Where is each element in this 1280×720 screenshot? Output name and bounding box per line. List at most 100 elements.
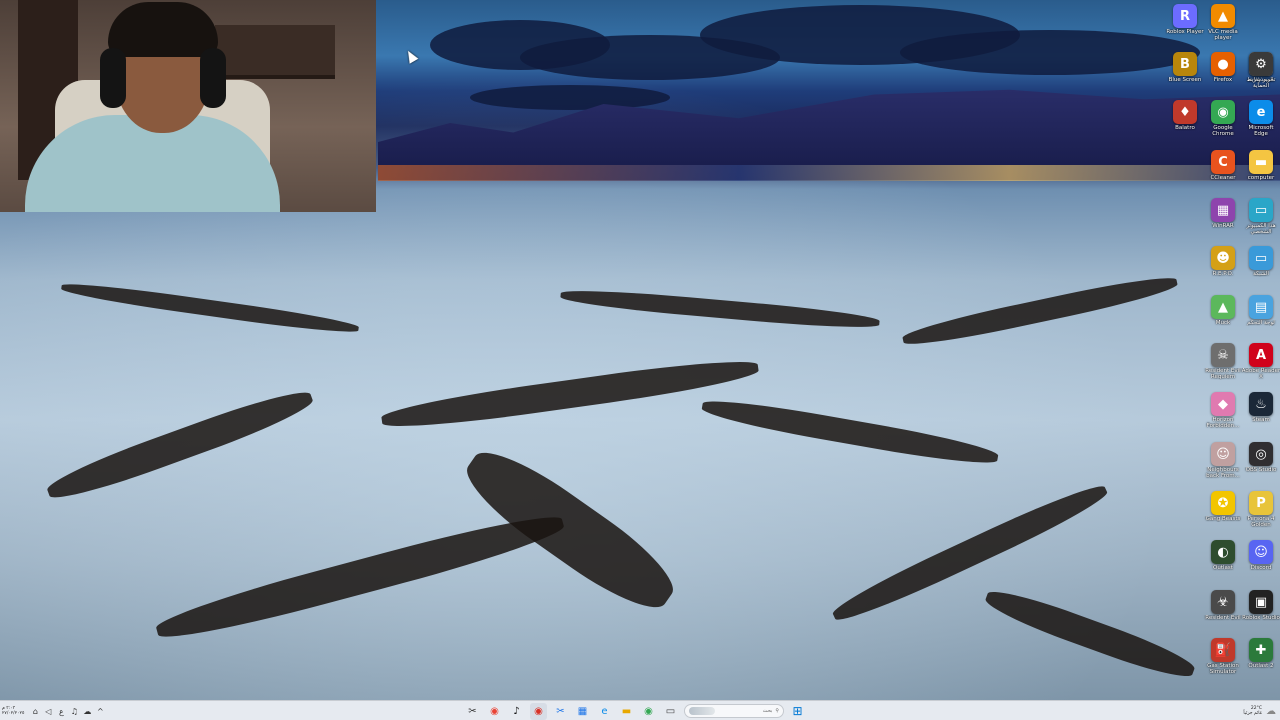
discord-icon: ☺ (1249, 540, 1273, 564)
taskbar-app-file-explorer[interactable]: ▬ (618, 703, 635, 720)
language-indicator[interactable]: ع (56, 707, 66, 716)
desktop-icon[interactable]: ⛽ Gas Station Simulator (1204, 638, 1242, 686)
horizon-icon: ◆ (1211, 392, 1235, 416)
clock-date: ٢٧/٠٢/٢٠٢٥ (2, 711, 25, 716)
desktop-icon[interactable]: ✚ Outlast 2 (1242, 638, 1280, 686)
desktop-icon[interactable]: ◉ Google Chrome (1204, 100, 1242, 148)
taskbar-app-task-view[interactable]: ▭ (662, 703, 679, 720)
control-panel-icon: ▤ (1249, 295, 1273, 319)
horizon-glow (378, 165, 1280, 181)
desktop-icon[interactable]: ▲ VLC media player (1204, 4, 1242, 52)
roblox-icon: R (1173, 4, 1197, 28)
desktop-icon[interactable]: ☠ Resident Evil Requiem (1204, 343, 1242, 391)
desktop-icon-label: Roblox Studio (1242, 615, 1280, 621)
taskbar-search-box[interactable]: بحث ⚲ (684, 704, 784, 718)
b-letter-icon: B (1173, 52, 1197, 76)
taskbar-app-capcut[interactable]: ✂ (464, 703, 481, 720)
desktop-icon-label: R.E.P.O. (1212, 271, 1234, 277)
desktop-icon-label: Gas Station Simulator (1207, 663, 1239, 675)
desktop-icon-label: تحرير شريط الحماية (1246, 77, 1276, 89)
obs-icon: ◎ (1249, 442, 1273, 466)
desktop-icon[interactable]: ♦ Balatro (1166, 100, 1204, 148)
desktop-icon[interactable]: ▭ الشبكة (1242, 246, 1280, 294)
desktop-icon-label: Firefox (1213, 77, 1233, 83)
desktop-icon[interactable]: ☺ Discord (1242, 540, 1280, 588)
gang-beasts-icon: ✪ (1211, 491, 1235, 515)
microphone-icon[interactable]: ♫ (69, 707, 79, 716)
desktop-icon[interactable]: ◎ OBS Studio (1242, 442, 1280, 490)
taskbar-left-area: ٣:٠٣ م ٢٧/٠٢/٢٠٢٥ ⌂ ◁ ع ♫ ☁ ^ (2, 701, 105, 720)
speaker-icon[interactable]: ◁ (43, 707, 53, 716)
taskbar-app-capcut-2[interactable]: ✂ (552, 703, 569, 720)
taskbar-app-store[interactable]: ▦ (574, 703, 591, 720)
desktop-icon-label: computer (1247, 175, 1275, 181)
network-icon[interactable]: ⌂ (30, 707, 40, 716)
desktop-icon[interactable]: R Roblox Player (1166, 4, 1204, 52)
desktop-icon[interactable]: P Persona 4 Golden (1242, 491, 1280, 539)
desktop-icon[interactable]: ▬ computer (1242, 150, 1280, 198)
desktop-icon-label: لوحة التحكم (1247, 320, 1275, 326)
outlast-icon: ◐ (1211, 540, 1235, 564)
desktop-icon-label: Blue Screen (1168, 77, 1202, 83)
gas-station-icon: ⛽ (1211, 638, 1235, 662)
start-button[interactable]: ⊞ (789, 703, 806, 720)
taskbar-app-chrome[interactable]: ◉ (486, 703, 503, 720)
desktop-icon[interactable]: ☣ Resident Evil (1204, 590, 1242, 638)
desktop-icon-label: Balatro (1175, 125, 1195, 131)
roblox-studio-icon: ▣ (1249, 590, 1273, 614)
desktop-icon-label: Outlast 2 (1248, 663, 1274, 669)
search-highlight (689, 707, 715, 715)
desktop-icon[interactable]: ☺ Neighbours back From... (1204, 442, 1242, 490)
desktop-icon[interactable]: ✪ Gang Beasts (1204, 491, 1242, 539)
chevron-up-icon[interactable]: ^ (95, 707, 105, 716)
desktop-icon[interactable]: ☻ R.E.P.O. (1204, 246, 1242, 294)
steam-icon: ♨ (1249, 392, 1273, 416)
desktop-icon-label: Neighbours back From... (1206, 467, 1240, 479)
settings-icon: ⚙ (1249, 52, 1273, 76)
network-icon: ▭ (1249, 246, 1273, 270)
desktop-icon[interactable]: C CCleaner (1204, 150, 1242, 198)
edge-icon: e (1249, 100, 1273, 124)
desktop-icon-label: VLC media player (1208, 29, 1238, 41)
desktop-icon[interactable]: ♨ Steam (1242, 392, 1280, 440)
vlc-icon: ▲ (1211, 4, 1235, 28)
desktop-icon-label: Roblox Player (1166, 29, 1204, 35)
desktop-icon[interactable]: A Adobe Reader X (1242, 343, 1280, 391)
desktop-icon[interactable]: ▣ Roblox Studio (1242, 590, 1280, 638)
taskbar-app-recorder[interactable]: ◉ (530, 702, 547, 720)
clock[interactable]: ٣:٠٣ م ٢٧/٠٢/٢٠٢٥ (2, 706, 24, 716)
desktop-icon[interactable]: ▤ لوحة التحكم (1242, 295, 1280, 343)
desktop-icon[interactable]: ⚙ تحرير شريط الحماية (1242, 52, 1280, 100)
desktop-icon[interactable]: ● Firefox (1204, 52, 1242, 100)
desktop-icon-label: Steam (1252, 417, 1270, 423)
taskbar-app-chrome-2[interactable]: ◉ (640, 703, 657, 720)
repo-icon: ☻ (1211, 246, 1235, 270)
desktop-icon[interactable]: ▦ WinRAR (1204, 198, 1242, 246)
muck-icon: ▲ (1211, 295, 1235, 319)
webcam-overlay (0, 0, 376, 212)
desktop-icon[interactable]: ▭ هذا الكمبيوتر الشخصي (1242, 198, 1280, 246)
system-tray: ⌂ ◁ ع ♫ ☁ ^ (30, 707, 105, 716)
re-requiem-icon: ☠ (1211, 343, 1235, 367)
taskbar-app-edge[interactable]: e (596, 703, 613, 720)
headset-icon (100, 48, 126, 108)
weather-widget[interactable]: 22°C غائم جزئياً ☁ (1243, 701, 1276, 720)
cloud-icon[interactable]: ☁ (82, 707, 92, 716)
desktop-icon[interactable]: ▲ Muck (1204, 295, 1242, 343)
taskbar-app-tiktok[interactable]: ♪ (508, 703, 525, 720)
windows-start-icon: ⊞ (792, 704, 803, 718)
desktop-icon[interactable]: ◆ Horizon Forbidden... (1204, 392, 1242, 440)
desktop-icon[interactable]: e Microsoft Edge (1242, 100, 1280, 148)
resident-evil-icon: ☣ (1211, 590, 1235, 614)
desktop-icon-label: Resident Evil (1205, 615, 1241, 621)
desktop-icon[interactable]: B Blue Screen (1166, 52, 1204, 100)
this-pc-icon: ▭ (1249, 198, 1273, 222)
weather-cloud-icon: ☁ (1266, 705, 1276, 717)
desktop-icon-label: الشبكة (1253, 271, 1269, 277)
firefox-icon: ● (1211, 52, 1235, 76)
desktop-icon[interactable]: ◐ Outlast (1204, 540, 1242, 588)
desktop-icon-label: OBS Studio (1245, 467, 1277, 473)
desktop-icon-label: WinRAR (1212, 223, 1234, 229)
chrome-icon: ◉ (1211, 100, 1235, 124)
desktop-icon-label: Discord (1250, 565, 1272, 571)
